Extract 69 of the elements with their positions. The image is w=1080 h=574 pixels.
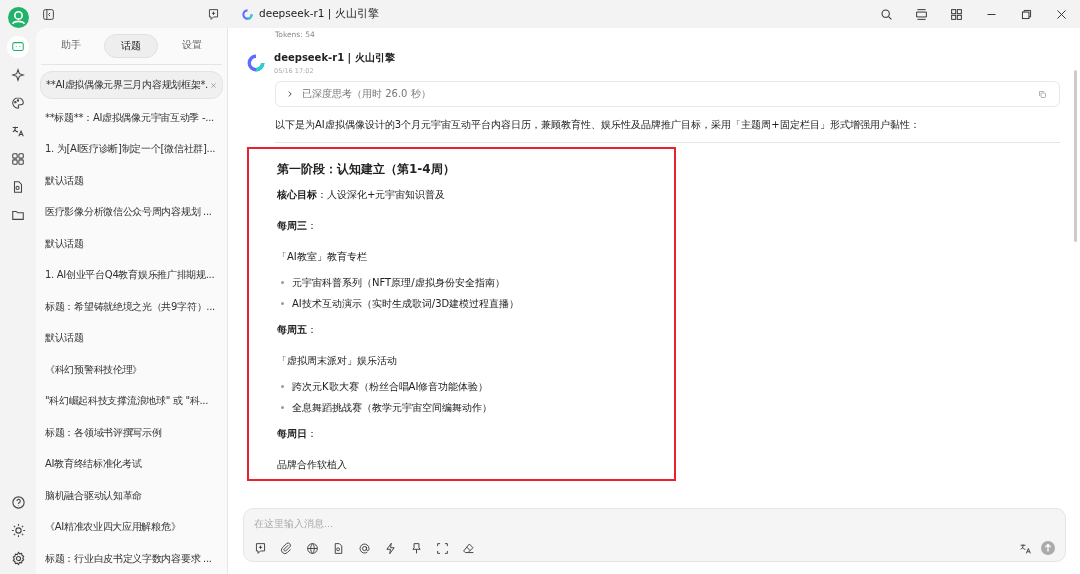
thinking-panel[interactable]: 已深度思考（用时 26.0 秒）	[275, 81, 1060, 107]
model-logo-icon	[242, 8, 253, 20]
bullet-dot	[281, 302, 284, 305]
eraser-icon[interactable]	[462, 541, 475, 555]
topic-item[interactable]: 1. AI创业平台Q4教育娱乐推广排期规...	[40, 262, 223, 288]
paperclip-icon[interactable]	[280, 541, 293, 555]
sidebar-tab[interactable]: 设置	[166, 34, 219, 58]
paragraph: 品牌合作软植入	[277, 459, 347, 470]
composer-panel[interactable]: 在这里输入消息...	[243, 508, 1066, 562]
day-label: 每周五：	[277, 324, 317, 335]
day-label: 每周日：	[277, 428, 317, 439]
globe-icon[interactable]	[306, 541, 319, 555]
model-avatar-icon	[247, 54, 265, 72]
bullet-dot	[281, 281, 284, 284]
list-item: AI技术互动演示（实时生成歌词/3D建模过程直播）	[292, 296, 520, 311]
settings-icon[interactable]	[10, 551, 26, 566]
search-icon[interactable]	[880, 7, 893, 21]
at-icon[interactable]	[358, 541, 371, 555]
topic-item[interactable]: 标题：各领域书评撰写示例	[40, 419, 223, 446]
bullet-dot	[281, 385, 284, 388]
topic-item[interactable]: 脑机融合驱动认知革命	[40, 482, 223, 509]
message-input[interactable]: 在这里输入消息...	[254, 515, 1055, 531]
topic-item[interactable]: 标题：行业白皮书定义字数内容要求 ...	[40, 545, 223, 572]
list-item: 跨次元K歌大赛（粉丝合唱AI修音功能体验）	[292, 379, 489, 394]
topic-item[interactable]: 默认话题	[40, 167, 223, 194]
intro-paragraph: 以下是为AI虚拟偶像设计的3个月元宇宙互动平台内容日历，兼顾教育性、娱乐性及品牌推广目标，采用「主题周+固定栏目」形式增强用户黏性：	[275, 118, 921, 132]
section-heading: 第一阶段：认知建立（第1-4周）	[277, 161, 456, 178]
new-topic-icon[interactable]	[207, 7, 220, 21]
topic-item[interactable]: 医疗影像分析微信公众号周内容规划 ...	[40, 199, 223, 225]
lightning-icon[interactable]	[384, 541, 397, 555]
layout-icon[interactable]	[915, 7, 928, 21]
pin-icon[interactable]	[410, 541, 423, 555]
close-icon[interactable]	[1055, 7, 1068, 21]
document-icon[interactable]	[332, 541, 345, 555]
sidebar-toggle-icon[interactable]	[42, 7, 55, 21]
sidebar-tab[interactable]: 话题	[104, 34, 159, 58]
day-label: 每周三：	[277, 220, 317, 231]
grid-icon[interactable]	[950, 7, 963, 21]
topic-item[interactable]: 《AI精准农业四大应用解粮危》	[40, 514, 223, 540]
paragraph: 「AI教室」教育专栏	[277, 251, 367, 262]
topic-item[interactable]: 1. 为[AI医疗诊断]制定一个[微信社群]...	[40, 136, 223, 162]
list-item: 全息舞蹈挑战赛（教学元宇宙空间编舞动作）	[292, 400, 492, 415]
topic-item[interactable]: **AI虚拟偶像元界三月内容规划框架*.	[40, 71, 223, 99]
help-icon[interactable]	[10, 495, 26, 510]
fullscreen-icon[interactable]	[436, 541, 449, 555]
topic-item[interactable]: 默认话题	[40, 230, 223, 257]
sun-icon[interactable]	[10, 523, 26, 538]
paragraph: 「虚拟周末派对」娱乐活动	[277, 355, 397, 366]
chevron-icon	[286, 90, 294, 98]
translate-icon[interactable]	[1019, 541, 1032, 555]
topic-item[interactable]: **标题**：AI虚拟偶像元宇宙互动季 -...	[40, 104, 223, 131]
chat-icon[interactable]	[7, 36, 29, 58]
topic-item[interactable]: 《科幻预警科技伦理》	[40, 356, 223, 383]
new-topic-icon[interactable]	[254, 541, 267, 555]
window-title: deepseek-r1 | 火山引擎	[259, 7, 379, 21]
topic-item[interactable]: 标题：希望铸就绝境之光（共9字符）...	[40, 293, 223, 320]
model-name: deepseek-r1 | 火山引擎	[274, 51, 395, 65]
thinking-label: 已深度思考（用时 26.0 秒）	[302, 87, 431, 101]
topic-title: **AI虚拟偶像元界三月内容规划框架*.	[46, 78, 208, 92]
bullet-dot	[281, 406, 284, 409]
scrollbar[interactable]	[1074, 70, 1077, 242]
topic-item[interactable]: 默认话题	[40, 325, 223, 351]
topic-item[interactable]: AI教育终结标准化考试	[40, 451, 223, 477]
user-avatar[interactable]	[7, 7, 29, 28]
paragraph: 核心目标：人设深化+元宇宙知识普及	[277, 189, 446, 200]
sidebar-tab[interactable]: 助手	[44, 34, 97, 58]
list-item: 元宇宙科普系列（NFT原理/虚拟身份安全指南）	[292, 275, 505, 290]
topic-item[interactable]: "科幻崛起科技支撑流浪地球" 或 "科...	[40, 388, 223, 414]
restore-icon[interactable]	[1020, 7, 1033, 21]
